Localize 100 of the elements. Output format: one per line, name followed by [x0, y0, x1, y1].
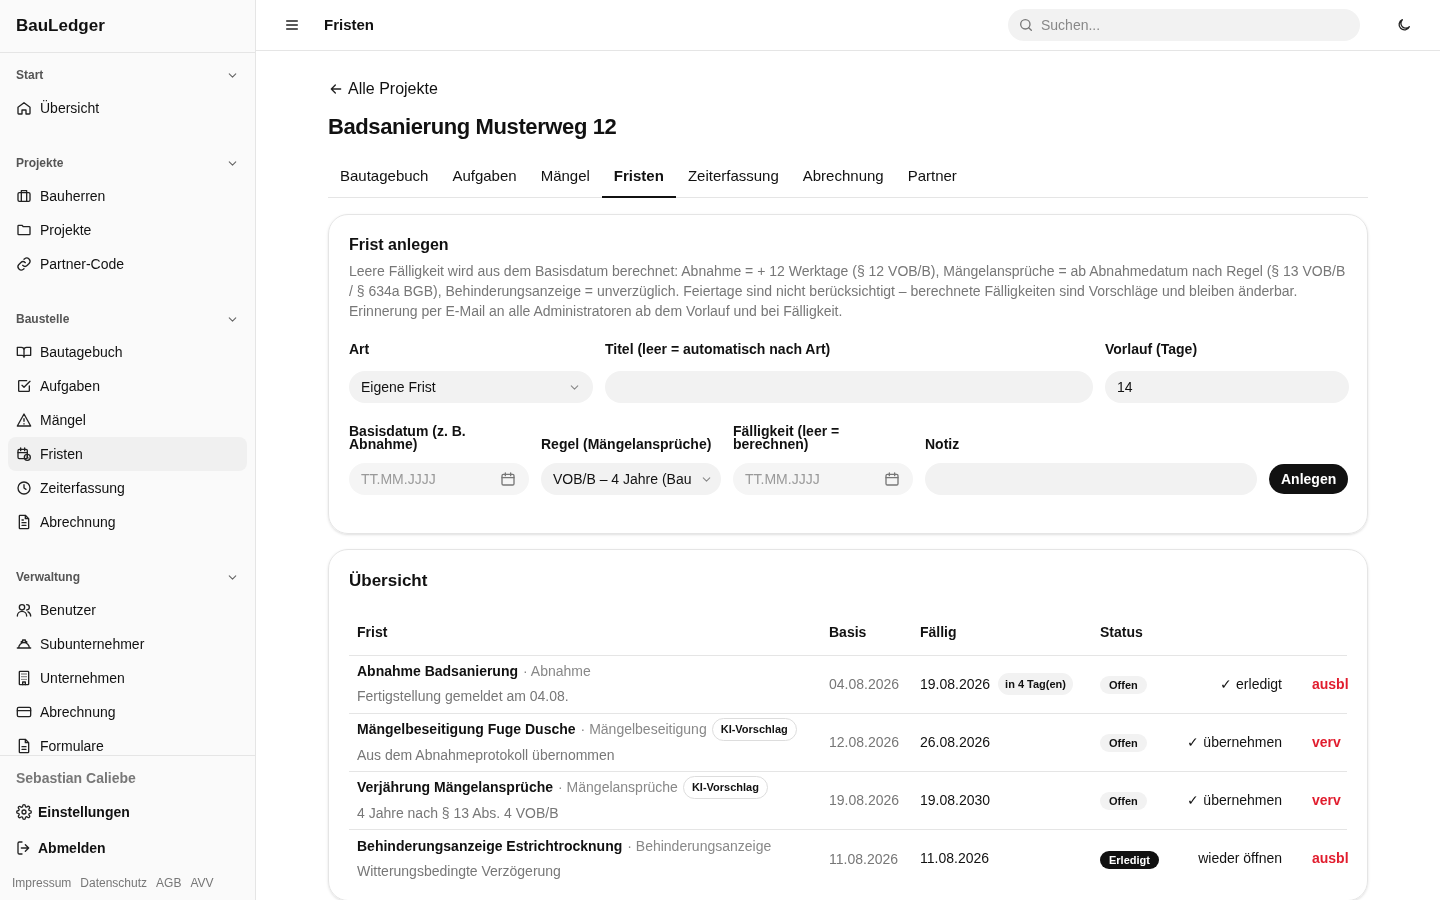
action-link[interactable]: ✓ erledigt — [1181, 673, 1282, 695]
building-icon — [16, 670, 32, 686]
danger-link[interactable]: ausbl — [1312, 848, 1349, 869]
home-icon — [16, 100, 32, 116]
users-icon — [16, 602, 32, 618]
warning-icon — [16, 412, 32, 428]
sidebar-item[interactable]: Aufgaben — [8, 369, 247, 403]
deadline-title: Mängelbeseitigung Fuge Dusche — [357, 720, 576, 739]
sidebar-item[interactable]: Zeiterfassung — [8, 471, 247, 505]
sidebar-item[interactable]: Übersicht — [8, 91, 247, 125]
clock-icon — [16, 480, 32, 496]
sidebar-item[interactable]: Partner-Code — [8, 247, 247, 281]
calendar-icon — [500, 471, 516, 487]
status-badge: Erledigt — [1100, 850, 1159, 869]
table-cell-text: 19.08.2030 — [920, 790, 991, 810]
field-label: Art — [349, 340, 371, 359]
book-icon — [16, 344, 32, 360]
tab[interactable]: Aufgaben — [440, 157, 529, 198]
table-cell: 19.08.2026 — [829, 792, 900, 808]
sidebar-item[interactable]: Mängel — [8, 403, 247, 437]
checkbox-icon — [16, 378, 32, 394]
table-cell: 12.08.2026 — [829, 734, 900, 750]
user-name: Sebastian Caliebe — [16, 770, 136, 786]
sidebar-item[interactable]: Formulare — [8, 729, 247, 755]
action-link[interactable]: wieder öffnen — [1181, 848, 1282, 869]
section-header[interactable]: Projekte — [8, 147, 247, 179]
footer-link[interactable]: AGB — [156, 874, 182, 892]
action-link[interactable]: ✓ übernehmen — [1181, 731, 1282, 753]
select-field[interactable]: VOB/B – 4 Jahre (Bau — [541, 463, 721, 495]
footer-link[interactable]: Impressum — [12, 874, 72, 892]
deadline-note: Witterungsbedingte Verzögerung — [357, 861, 562, 881]
link-icon — [16, 256, 32, 272]
sidebar-item[interactable]: Unternehmen — [8, 661, 247, 695]
tab[interactable]: Partner — [895, 157, 969, 198]
sidebar-item[interactable]: Subunternehmer — [8, 627, 247, 661]
danger-link[interactable]: verv — [1312, 731, 1341, 753]
sidebar-item[interactable]: Benutzer — [8, 593, 247, 627]
card-title: Übersicht — [349, 570, 429, 592]
sidebar-item[interactable]: Bauherren — [8, 179, 247, 213]
section-header[interactable]: Baustelle — [8, 303, 247, 335]
calendar-clock-icon — [16, 446, 32, 462]
deadline-note: Aus dem Abnahmeprotokoll übernommen — [357, 745, 616, 765]
sidebar-item[interactable]: Abrechnung — [8, 695, 247, 729]
column-header: Status — [1099, 622, 1144, 642]
deadline-type: · Abnahme — [523, 662, 591, 681]
sidebar-item[interactable]: Abrechnung — [8, 505, 247, 539]
deadline-type: · Mängelansprüche — [558, 778, 678, 797]
status-badge: Offen — [1100, 734, 1147, 752]
sidebar-item[interactable]: Bautagebuch — [8, 335, 247, 369]
date-field[interactable]: TT.MM.JJJJ — [349, 463, 529, 495]
table-cell-text: 19.08.2026 — [920, 674, 991, 694]
sidebar-item[interactable]: Fristen — [8, 437, 247, 471]
field-label: Vorlauf (Tage) — [1105, 340, 1199, 359]
document-icon — [16, 738, 32, 754]
back-link[interactable]: Alle Projekte — [328, 77, 438, 101]
section-header[interactable]: Start — [8, 59, 247, 91]
section-header[interactable]: Verwaltung — [8, 561, 247, 593]
form-description: Leere Fälligkeit wird aus dem Basisdatum berechnet: Abnahme = + 12 Werktage (§ 12 VOB/B), Mängelansprüche = ab Abnahmedatum nach Regel (§ 13 VOB/B / § 634a BGB), Behinderungsanzeige = unverzüglich. Feiertage sind nicht berücksichtigt – berechnete Fälligkeiten sind Vorschläge und bleiben änderbar. Erinnerung per E-Mail an alle Administratoren ab dem Vorlauf und bei Fälligkeit. — [349, 262, 1347, 321]
submit-button[interactable]: Anlegen — [1269, 464, 1349, 494]
tab[interactable]: Zeiterfassung — [675, 157, 791, 198]
status-badge: Offen — [1100, 792, 1147, 810]
select-field[interactable]: Eigene Frist — [349, 371, 593, 403]
card-title: Frist anlegen — [349, 235, 450, 255]
danger-link[interactable]: verv — [1312, 789, 1341, 811]
table-cell: 04.08.2026 — [829, 676, 900, 692]
document-icon — [16, 514, 32, 530]
action-link[interactable]: ✓ übernehmen — [1181, 789, 1282, 811]
logout-icon — [16, 840, 32, 856]
tab[interactable]: Fristen — [601, 157, 676, 198]
deadline-type: · Mängelbeseitigung — [580, 720, 707, 739]
page-title: Fristen — [324, 14, 374, 35]
credit-card-icon — [16, 704, 32, 720]
folder-icon — [16, 222, 32, 238]
sidebar-item[interactable]: Projekte — [8, 213, 247, 247]
field-label: Titel (leer = automatisch nach Art) — [605, 340, 832, 359]
column-header: Fällig — [919, 622, 958, 642]
column-header: Basis — [828, 622, 868, 642]
field-label: Notiz — [925, 438, 961, 451]
hard-hat-icon — [16, 636, 32, 652]
table-cell: 11.08.2026 — [829, 850, 899, 867]
due-badge: in 4 Tag(en) — [998, 672, 1073, 696]
settings-button[interactable]: Einstellungen — [8, 794, 247, 830]
footer-link[interactable]: Datenschutz — [80, 874, 148, 892]
field-label: Regel (Mängelansprüche) — [541, 438, 713, 451]
tab[interactable]: Bautagebuch — [328, 157, 441, 198]
field-label: Fälligkeit (leer = berechnen) — [733, 425, 841, 451]
date-field[interactable]: TT.MM.JJJJ — [733, 463, 913, 495]
deadline-title: Behinderungsanzeige Estrichtrocknung — [357, 836, 623, 856]
footer-link[interactable]: AVV — [190, 874, 214, 892]
deadline-note: 4 Jahre nach § 13 Abs. 4 VOB/B — [357, 803, 560, 823]
input-field[interactable]: 14 — [1105, 371, 1349, 403]
tab[interactable]: Mängel — [528, 157, 602, 198]
column-header: Frist — [356, 622, 389, 642]
danger-link[interactable]: ausbl — [1312, 673, 1349, 695]
search-field[interactable]: Suchen... — [1008, 9, 1360, 41]
search-icon — [1018, 17, 1034, 33]
tab[interactable]: Abrechnung — [790, 157, 896, 198]
status-badge: Offen — [1100, 676, 1147, 694]
logout-button[interactable]: Abmelden — [8, 830, 247, 866]
arrow-left-icon — [328, 81, 344, 97]
